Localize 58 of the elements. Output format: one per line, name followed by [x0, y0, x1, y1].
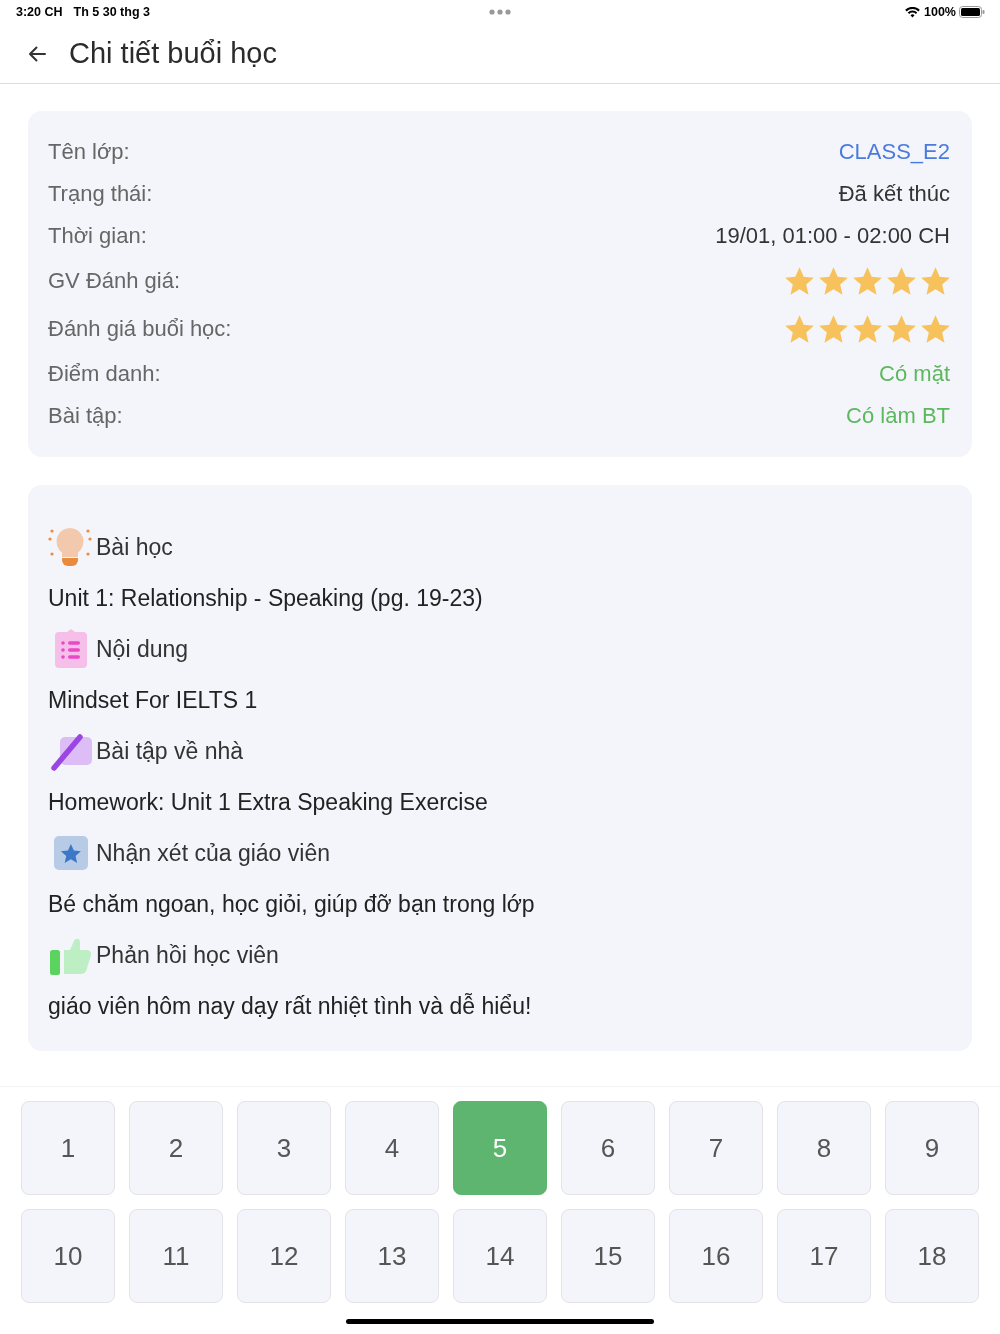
rating-star-icon — [921, 267, 950, 295]
rating-star-icon — [785, 315, 814, 343]
session-button[interactable]: 1 — [21, 1101, 115, 1195]
session-button[interactable]: 17 — [777, 1209, 871, 1303]
rating-star-icon — [853, 315, 882, 343]
section-text: Mindset For IELTS 1 — [48, 685, 259, 715]
info-value: CLASS_E2 — [838, 139, 950, 165]
section-title: Nhận xét của giáo viên — [96, 839, 330, 867]
status-date: Th 5 30 thg 3 — [73, 5, 150, 19]
session-button[interactable]: 10 — [21, 1209, 115, 1303]
session-button[interactable]: 15 — [561, 1209, 655, 1303]
rating-star-icon — [819, 267, 848, 295]
section-title: Bài tập về nhà — [96, 737, 244, 765]
session-button[interactable]: 2 — [129, 1101, 223, 1195]
session-button[interactable]: 16 — [669, 1209, 763, 1303]
info-value: Có mặt — [879, 361, 950, 387]
session-button[interactable]: 4 — [345, 1101, 439, 1195]
info-label: Thời gian: — [48, 223, 147, 249]
session-button[interactable]: 6 — [561, 1101, 655, 1195]
info-value: 19/01, 01:00 - 02:00 CH — [715, 223, 950, 249]
section-text: giáo viên hôm nay dạy rất nhiệt tình và dễ hiểu! — [48, 991, 533, 1021]
battery-percent: 100% — [924, 5, 956, 19]
section-title: Bài học — [96, 533, 173, 561]
session-button[interactable]: 13 — [345, 1209, 439, 1303]
session-button[interactable]: 3 — [237, 1101, 331, 1195]
session-button[interactable]: 12 — [237, 1209, 331, 1303]
session-button[interactable]: 7 — [669, 1101, 763, 1195]
section-title: Nội dung — [96, 635, 189, 663]
rating-star-icon — [921, 315, 950, 343]
info-value: Có làm BT — [846, 403, 950, 429]
session-button[interactable]: 11 — [129, 1209, 223, 1303]
more-dots-icon — [489, 9, 511, 15]
info-value: Đã kết thúc — [838, 181, 950, 207]
pencil-icon — [48, 731, 92, 771]
info-label: Trạng thái: — [48, 181, 153, 207]
info-label: GV Đánh giá: — [48, 268, 181, 294]
section-text: Unit 1: Relationship - Speaking (pg. 19-23) — [48, 583, 484, 613]
rating-star-icon — [887, 315, 916, 343]
rating-star-icon — [887, 267, 916, 295]
section-text: Bé chăm ngoan, học giỏi, giúp đỡ bạn trong lớp — [48, 889, 536, 919]
info-label: Điểm danh: — [48, 361, 161, 387]
battery-icon — [959, 6, 985, 18]
lightbulb-icon — [48, 527, 92, 567]
session-button[interactable]: 9 — [885, 1101, 979, 1195]
section-text: Homework: Unit 1 Extra Speaking Exercise — [48, 787, 489, 817]
session-button[interactable]: 8 — [777, 1101, 871, 1195]
info-label: Tên lớp: — [48, 139, 130, 165]
session-button[interactable]: 18 — [885, 1209, 979, 1303]
info-label: Bài tập: — [48, 403, 123, 429]
rating-star-icon — [819, 315, 848, 343]
wifi-icon — [905, 6, 920, 18]
info-label: Đánh giá buổi học: — [48, 316, 232, 342]
status-time: 3:20 CH — [16, 5, 63, 19]
section-title: Phản hồi học viên — [96, 941, 279, 969]
session-button[interactable]: 14 — [453, 1209, 547, 1303]
rating-star-icon — [785, 267, 814, 295]
rating-star-icon — [853, 267, 882, 295]
page-title: Chi tiết buổi học — [69, 37, 277, 70]
